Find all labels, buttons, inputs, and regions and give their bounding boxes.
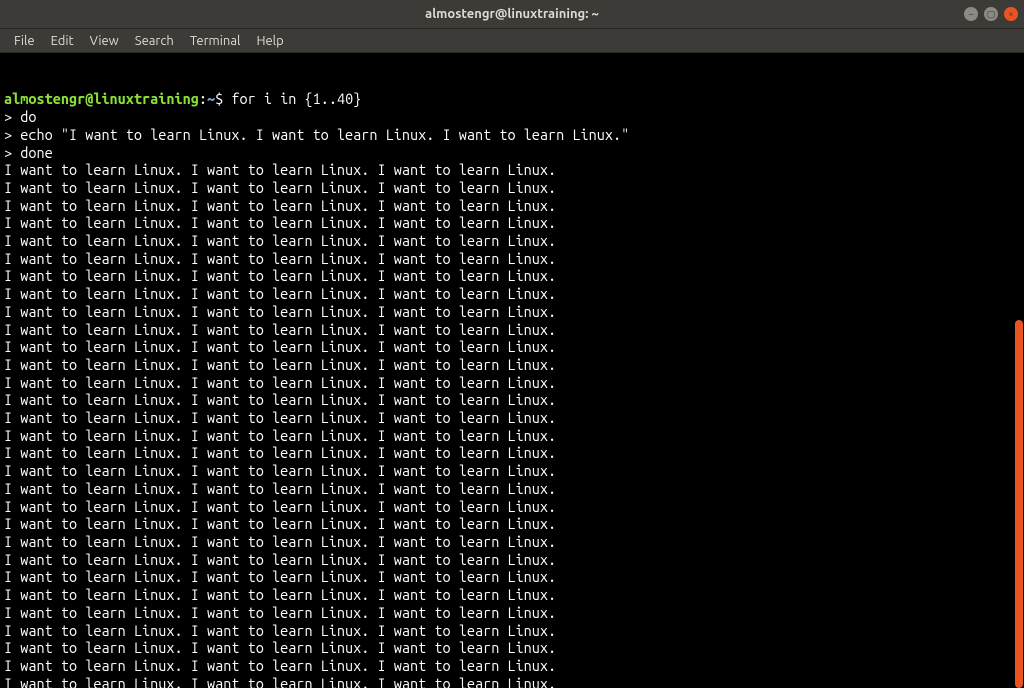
menubar: File Edit View Search Terminal Help — [0, 28, 1024, 53]
menu-view[interactable]: View — [82, 31, 127, 51]
window-titlebar: almostengr@linuxtraining: ~ – ▢ × — [0, 0, 1024, 28]
close-button[interactable]: × — [1004, 7, 1018, 21]
window-title: almostengr@linuxtraining: ~ — [425, 7, 599, 21]
menu-file[interactable]: File — [6, 31, 43, 51]
menu-search[interactable]: Search — [127, 31, 182, 51]
minimize-button[interactable]: – — [964, 7, 978, 21]
menu-help[interactable]: Help — [248, 31, 291, 51]
scrollbar[interactable] — [1014, 53, 1024, 688]
menu-edit[interactable]: Edit — [43, 31, 82, 51]
menu-terminal[interactable]: Terminal — [182, 31, 249, 51]
terminal-content: almostengr@linuxtraining:~$ for i in {1.… — [4, 90, 1020, 688]
scroll-thumb[interactable] — [1015, 320, 1023, 688]
terminal-area[interactable]: almostengr@linuxtraining:~$ for i in {1.… — [0, 53, 1024, 688]
maximize-button[interactable]: ▢ — [984, 7, 998, 21]
window-controls: – ▢ × — [964, 7, 1018, 21]
